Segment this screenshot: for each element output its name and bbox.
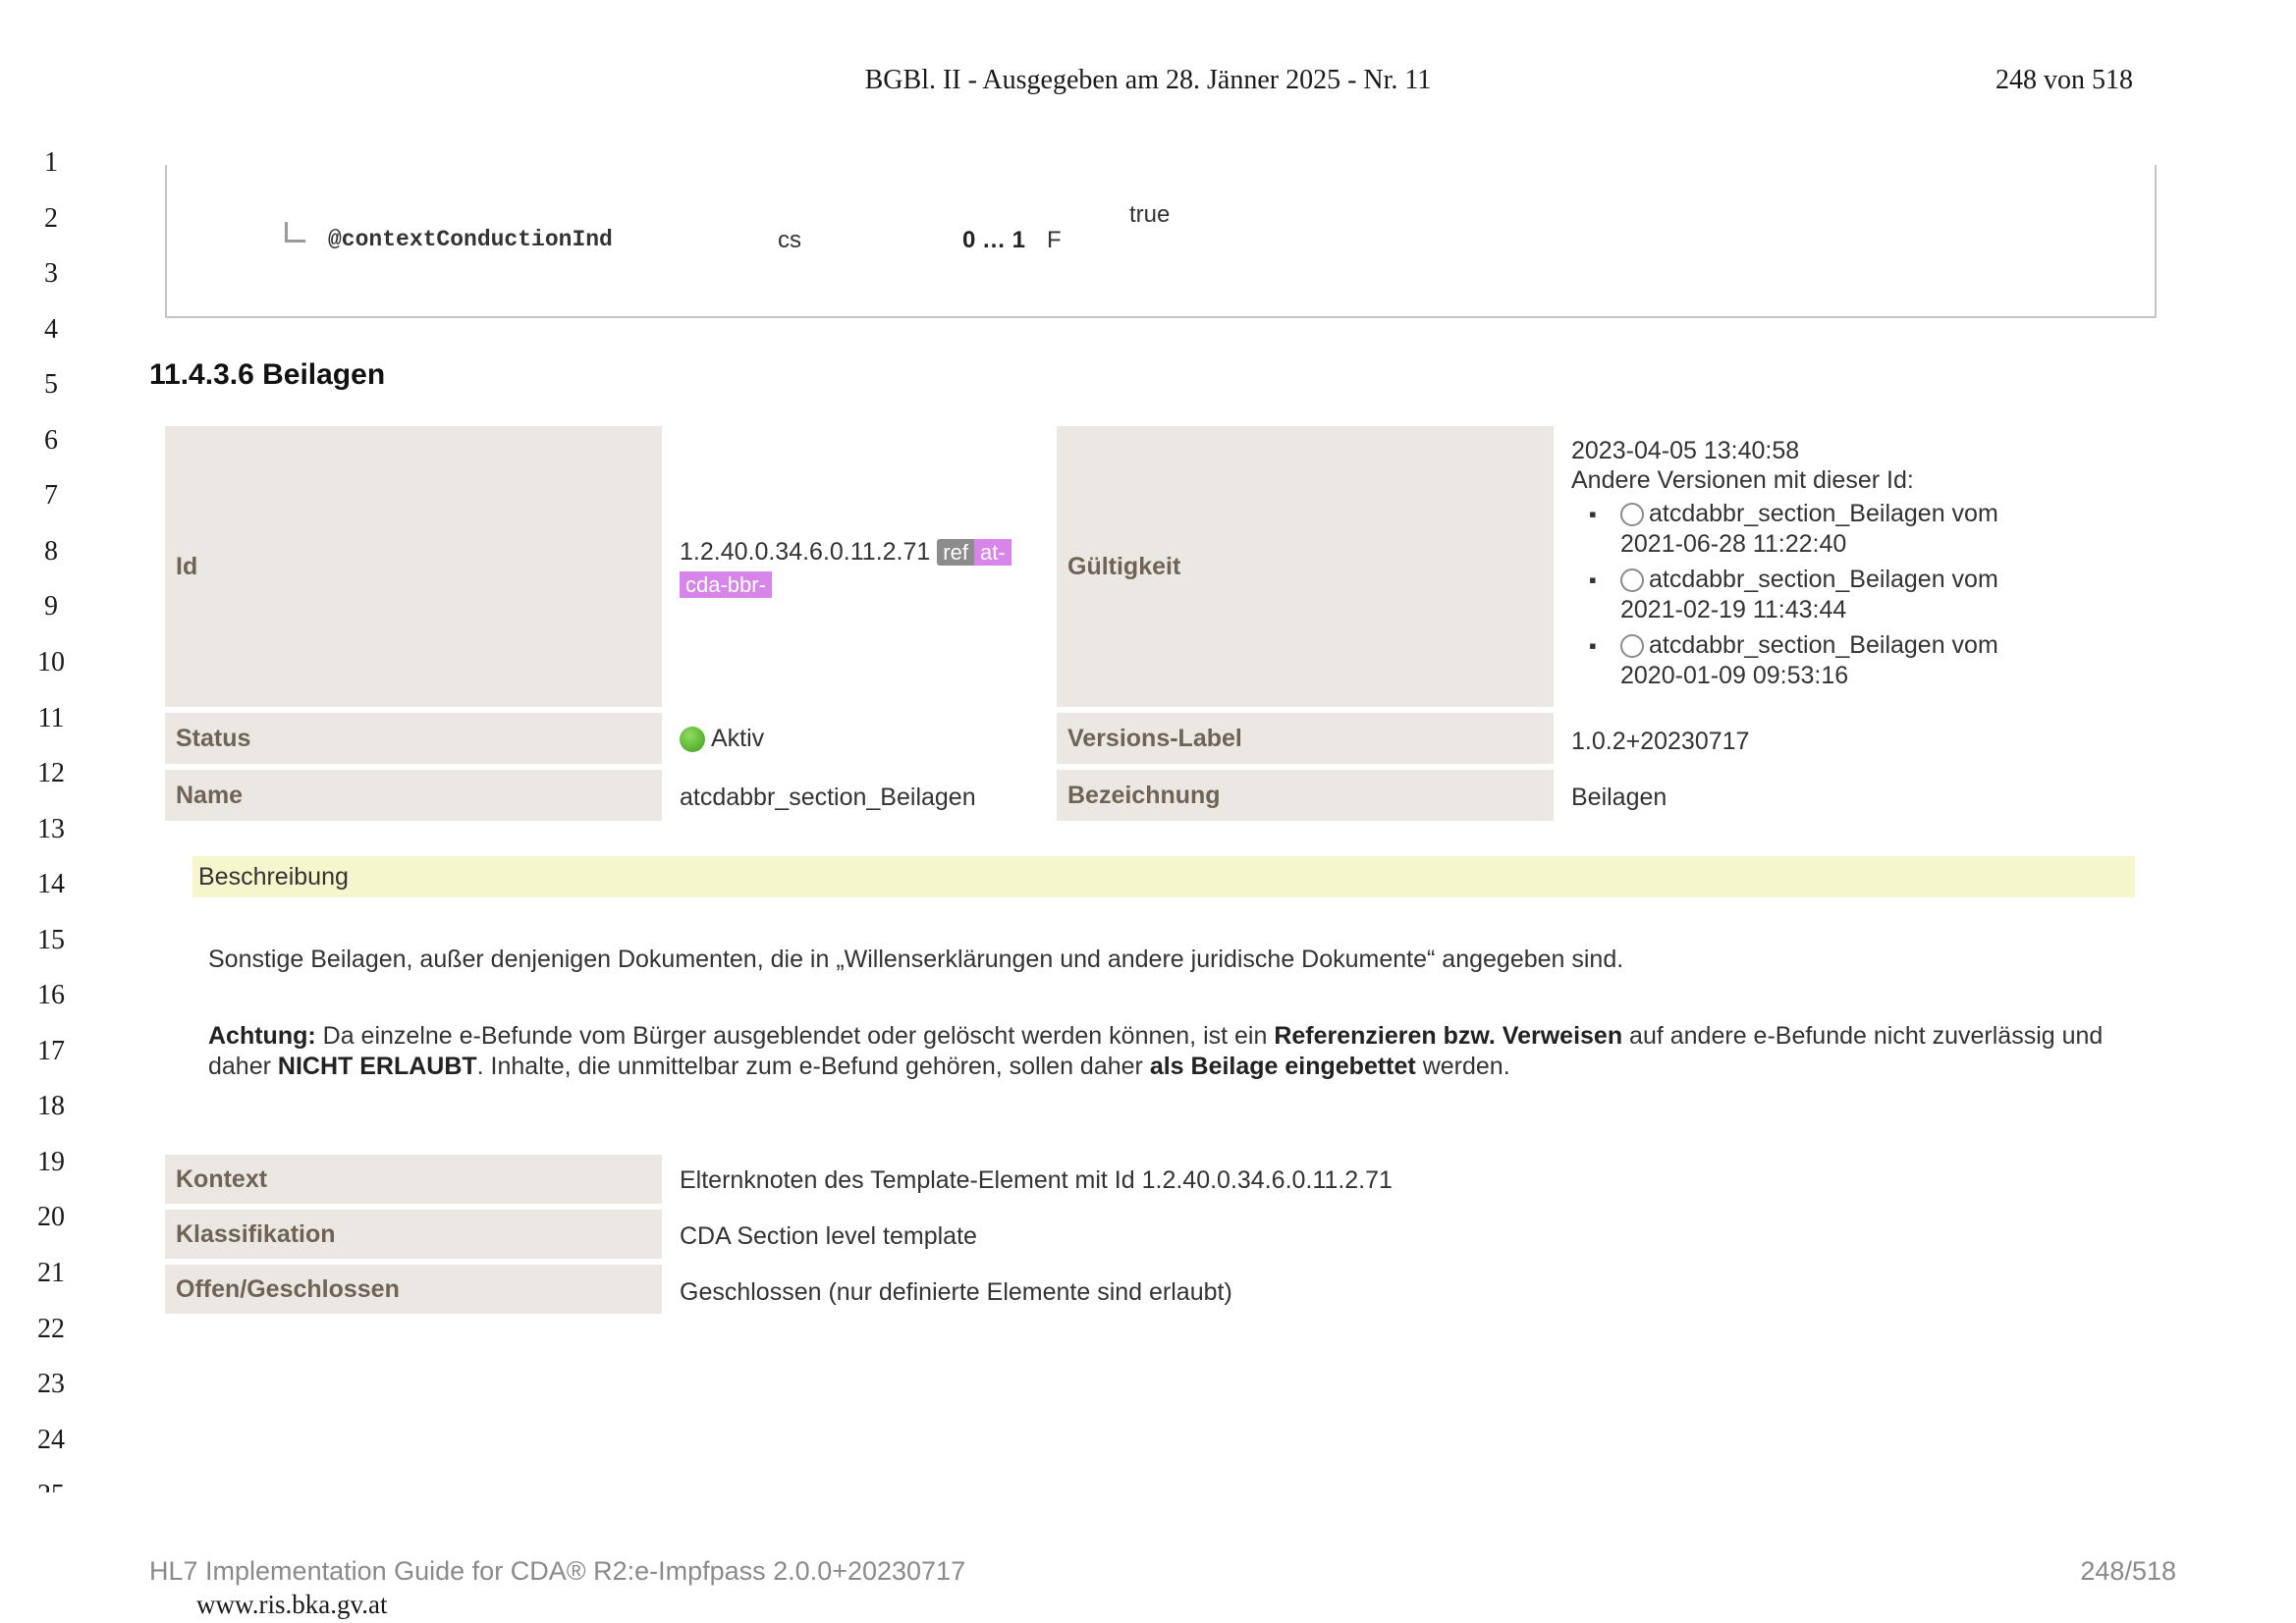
- name-label-text: Name: [176, 781, 244, 809]
- id-label: Id: [165, 426, 662, 707]
- version-name[interactable]: atcdabbr_section_Beilagen vom: [1649, 566, 1998, 593]
- validity-value-cell: 2023‑04‑05 13:40:58 Andere Versionen mit…: [1571, 436, 2121, 696]
- version-date: 2021‑06‑28 11:22:40: [1620, 530, 1847, 558]
- version-label-value: 1.0.2+20230717: [1571, 728, 1750, 755]
- context-label: Kontext: [165, 1155, 662, 1204]
- attribute-fixed-value: true: [1129, 201, 1171, 228]
- warning-emphasis: Referenzieren bzw. Verweisen: [1274, 1022, 1623, 1050]
- bullet-icon: ▪: [1589, 502, 1597, 526]
- page-header-page-count: 248 von 518: [1995, 65, 2133, 95]
- warning-text: werden.: [1415, 1053, 1510, 1080]
- version-item[interactable]: ▪ atcdabbr_section_Beilagen vom 2020‑01‑…: [1571, 630, 2121, 691]
- footer-page-number: 248/518: [2080, 1556, 2176, 1586]
- warning-emphasis: NICHT ERLAUBT: [277, 1053, 477, 1080]
- line-number: 20: [37, 1202, 65, 1233]
- radio-icon[interactable]: [1620, 503, 1644, 527]
- line-number: 8: [44, 535, 58, 567]
- attribute-datatype: cs: [778, 227, 801, 253]
- other-versions-label: Andere Versionen mit dieser Id:: [1571, 466, 1914, 494]
- status-value: Aktiv: [711, 725, 765, 752]
- line-number: 21: [37, 1258, 65, 1288]
- description-header: Beschreibung: [192, 856, 2135, 897]
- line-number: 13: [37, 813, 65, 844]
- designation-label-text: Bezeichnung: [1067, 781, 1221, 809]
- warning-label: Achtung:: [208, 1022, 316, 1050]
- line-number: 1: [44, 147, 58, 178]
- classification-value: CDA Section level template: [680, 1222, 977, 1250]
- line-number: 16: [37, 980, 65, 1011]
- line-number: 23: [37, 1369, 65, 1400]
- line-number: 7: [44, 480, 58, 512]
- line-number: 11: [37, 702, 65, 733]
- name-value: atcdabbr_section_Beilagen: [680, 784, 976, 811]
- status-label-text: Status: [176, 724, 251, 752]
- id-value: 1.2.40.0.34.6.0.11.2.71: [680, 538, 931, 566]
- ref-tag[interactable]: at-: [973, 539, 1011, 566]
- other-versions-list: ▪ atcdabbr_section_Beilagen vom 2021‑06‑…: [1571, 499, 2121, 691]
- warning-text: . Inhalte, die unmittelbar zum e-Befund …: [476, 1053, 1150, 1080]
- validity-label-text: Gültigkeit: [1067, 552, 1181, 580]
- status-label: Status: [165, 713, 662, 764]
- attribute-cardinality: 0 … 1: [962, 227, 1026, 253]
- ref-badge[interactable]: ref: [937, 539, 974, 566]
- name-label: Name: [165, 770, 662, 821]
- line-number: 10: [37, 646, 65, 677]
- line-number: 5: [44, 369, 58, 401]
- warning-text: Da einzelne e-Befunde vom Bürger ausgebl…: [315, 1022, 1275, 1050]
- line-number: 25: [29, 1480, 73, 1492]
- version-label-label-text: Versions-Label: [1067, 724, 1242, 752]
- version-name[interactable]: atcdabbr_section_Beilagen vom: [1649, 500, 1998, 527]
- attribute-name: @contextConductionInd: [328, 227, 613, 252]
- description-warning-paragraph: Achtung: Da einzelne e-Befunde vom Bürge…: [208, 1021, 2133, 1082]
- warning-emphasis: als Beilage eingebettet: [1149, 1053, 1416, 1080]
- line-number: 6: [44, 424, 58, 456]
- line-number: 9: [44, 591, 58, 622]
- version-name[interactable]: atcdabbr_section_Beilagen vom: [1649, 631, 1998, 659]
- line-number: 15: [37, 924, 65, 955]
- line-number: 19: [37, 1146, 65, 1177]
- section-heading: 11.4.3.6 Beilagen: [149, 358, 386, 391]
- attribute-conformance: F: [1047, 227, 1062, 253]
- line-number: 3: [44, 258, 58, 290]
- version-label-label: Versions-Label: [1057, 713, 1554, 764]
- line-number: 14: [37, 869, 65, 900]
- line-number: 12: [37, 758, 65, 789]
- validity-label: Gültigkeit: [1057, 426, 1554, 707]
- version-date: 2021‑02‑19 11:43:44: [1620, 596, 1847, 623]
- radio-icon[interactable]: [1620, 568, 1644, 593]
- id-label-text: Id: [176, 552, 198, 580]
- status-active-icon: [680, 727, 705, 753]
- status-value-cell: Aktiv: [680, 725, 1033, 753]
- line-number: 2: [44, 202, 58, 234]
- tree-connector-icon: [285, 222, 305, 243]
- line-number: 17: [37, 1035, 65, 1066]
- line-number: 18: [37, 1091, 65, 1122]
- line-number: 22: [37, 1313, 65, 1344]
- line-number: 4: [44, 313, 58, 345]
- classification-label: Klassifikation: [165, 1210, 662, 1259]
- bullet-icon: ▪: [1589, 633, 1597, 658]
- classification-label-text: Klassifikation: [176, 1219, 336, 1248]
- validity-date: 2023‑04‑05 13:40:58: [1571, 437, 1800, 464]
- context-label-text: Kontext: [176, 1164, 268, 1193]
- ref-tag-continued[interactable]: cda-bbr-: [680, 571, 772, 598]
- bullet-icon: ▪: [1589, 568, 1597, 592]
- id-value-cell: 1.2.40.0.34.6.0.11.2.71 ref at- cda-bbr-: [680, 536, 1033, 601]
- context-value: Elternknoten des Template-Element mit Id…: [680, 1166, 1393, 1194]
- version-date: 2020‑01‑09 09:53:16: [1620, 662, 1849, 689]
- line-number: 24: [37, 1424, 65, 1455]
- footer-url[interactable]: www.ris.bka.gv.at: [196, 1590, 387, 1620]
- open-closed-value: Geschlossen (nur definierte Elemente sin…: [680, 1278, 1232, 1306]
- radio-icon[interactable]: [1620, 634, 1644, 659]
- version-item[interactable]: ▪ atcdabbr_section_Beilagen vom 2021‑02‑…: [1571, 565, 2121, 625]
- footer-guide-title: HL7 Implementation Guide for CDA® R2:e-I…: [149, 1556, 966, 1586]
- line-numbers: 1234567891011121314151617181920212223242…: [0, 0, 88, 1492]
- description-paragraph: Sonstige Beilagen, außer denjenigen Doku…: [208, 946, 1624, 973]
- open-closed-label: Offen/Geschlossen: [165, 1265, 662, 1314]
- designation-label: Bezeichnung: [1057, 770, 1554, 821]
- designation-value: Beilagen: [1571, 784, 1667, 811]
- version-item[interactable]: ▪ atcdabbr_section_Beilagen vom 2021‑06‑…: [1571, 499, 2121, 560]
- open-closed-label-text: Offen/Geschlossen: [176, 1274, 400, 1303]
- attribute-table-box: @contextConductionInd cs 0 … 1 F true: [165, 165, 2157, 318]
